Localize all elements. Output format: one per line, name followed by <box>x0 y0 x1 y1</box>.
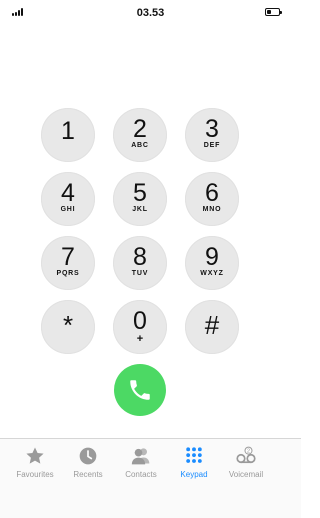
tab-label: Favourites <box>16 470 54 479</box>
clock-icon <box>79 447 97 465</box>
key-letters: + <box>136 333 144 345</box>
star-icon <box>26 447 44 464</box>
key-letters: PQRS <box>56 270 80 277</box>
key-3[interactable]: 3 DEF <box>185 108 239 162</box>
tab-label: Contacts <box>125 470 157 479</box>
battery-icon <box>265 8 282 16</box>
key-digit: 0 <box>133 307 147 335</box>
key-letters: JKL <box>132 206 148 213</box>
tab-favourites[interactable]: Favourites <box>5 444 65 484</box>
tab-voicemail[interactable]: 2 Voicemail <box>216 444 276 484</box>
key-digit: 8 <box>133 243 147 271</box>
call-button[interactable] <box>114 364 166 416</box>
status-bar: 03.53 <box>0 0 301 22</box>
key-letters: GHI <box>60 206 76 213</box>
key-digit: 2 <box>133 115 147 143</box>
svg-text:2: 2 <box>247 449 250 455</box>
key-hash[interactable]: # <box>185 300 239 354</box>
key-letters: WXYZ <box>200 270 224 277</box>
key-star[interactable]: * <box>41 300 95 354</box>
tab-recents[interactable]: Recents <box>58 444 118 484</box>
key-8[interactable]: 8 TUV <box>113 236 167 290</box>
key-letters: DEF <box>203 142 221 149</box>
tab-bar: Favourites Recents Contacts Keypad 2 Voi… <box>0 438 301 518</box>
tab-contacts[interactable]: Contacts <box>111 444 171 484</box>
key-digit: 7 <box>61 243 75 271</box>
key-7[interactable]: 7 PQRS <box>41 236 95 290</box>
voicemail-icon: 2 <box>236 446 256 464</box>
key-letters: MNO <box>202 206 222 213</box>
key-5[interactable]: 5 JKL <box>113 172 167 226</box>
tab-label: Recents <box>73 470 103 479</box>
tab-keypad[interactable]: Keypad <box>164 444 224 484</box>
tab-label: Voicemail <box>228 470 264 479</box>
key-4[interactable]: 4 GHI <box>41 172 95 226</box>
key-6[interactable]: 6 MNO <box>185 172 239 226</box>
key-9[interactable]: 9 WXYZ <box>185 236 239 290</box>
key-digit: 4 <box>61 179 75 207</box>
key-digit: 9 <box>205 243 219 271</box>
key-digit: 1 <box>61 117 75 145</box>
key-digit: 5 <box>133 179 147 207</box>
keypad-icon <box>186 447 202 463</box>
phone-icon <box>130 380 150 400</box>
key-digit: 6 <box>205 179 219 207</box>
key-digit: 3 <box>205 115 219 143</box>
status-time: 03.53 <box>136 7 165 19</box>
key-2[interactable]: 2 ABC <box>113 108 167 162</box>
key-1[interactable]: 1 <box>41 108 95 162</box>
key-digit: * <box>62 310 74 340</box>
key-letters: TUV <box>131 270 149 277</box>
key-digit: # <box>204 310 220 340</box>
tab-label: Keypad <box>180 470 208 479</box>
key-letters: ABC <box>131 142 149 149</box>
key-0[interactable]: 0 + <box>113 300 167 354</box>
contacts-icon <box>131 448 150 465</box>
